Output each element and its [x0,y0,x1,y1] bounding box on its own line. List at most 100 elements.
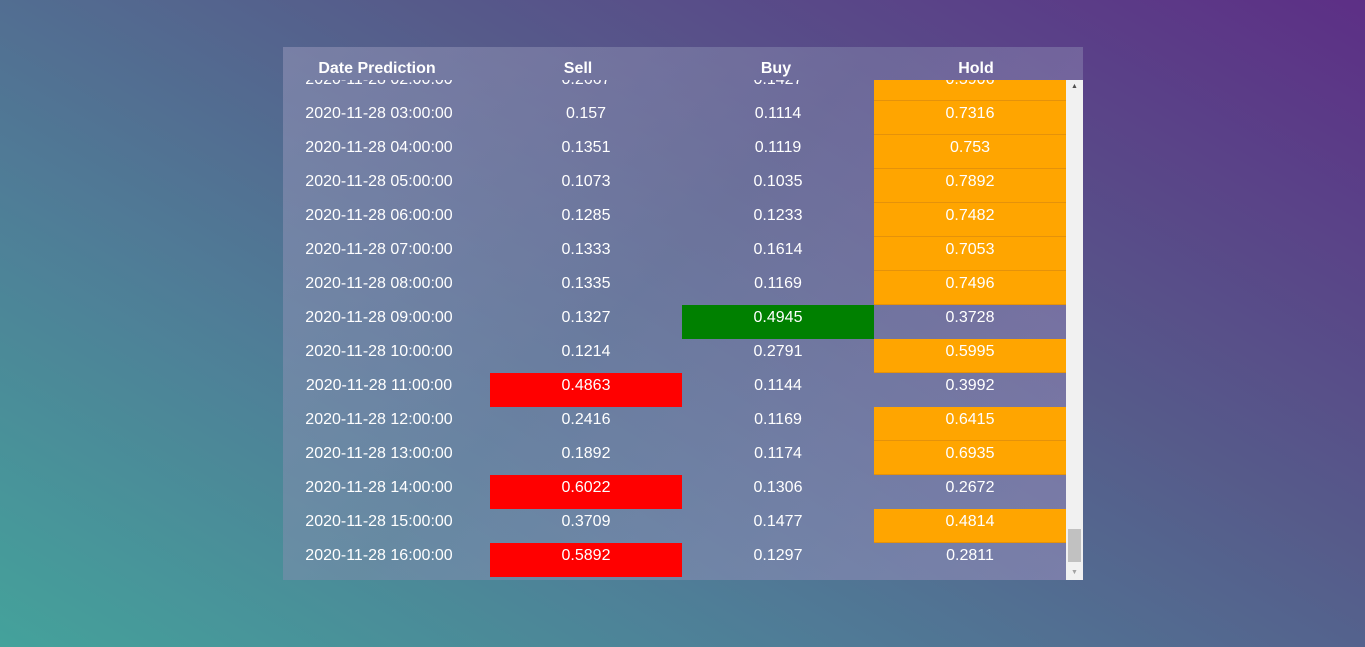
cell-sell: 0.1333 [490,237,682,271]
table-row: 2020-11-28 10:00:00 0.1214 0.2791 0.5995 [283,339,1066,373]
table-row: 2020-11-28 14:00:00 0.6022 0.1306 0.2672 [283,475,1066,509]
cell-hold: 0.5906 [874,80,1066,101]
table-row: 2020-11-28 12:00:00 0.2416 0.1169 0.6415 [283,407,1066,441]
cell-hold: 0.2811 [874,543,1066,577]
vertical-scrollbar[interactable]: ▲ ▼ [1066,80,1083,580]
cell-date: 2020-11-28 09:00:00 [283,305,475,339]
table-row: 2020-11-28 05:00:00 0.1073 0.1035 0.7892 [283,169,1066,203]
cell-buy: 0.1169 [682,271,874,305]
table-body[interactable]: 2020-11-28 02:00:00 0.26670.14270.5906 202… [283,80,1066,580]
cell-hold-text: 0.3728 [945,309,995,326]
cell-buy: 0.2791 [682,339,874,373]
cell-buy-text: 0.1169 [754,411,802,428]
cell-date-text: 2020-11-28 14:00:00 [305,479,453,496]
cell-buy: 0.1233 [682,203,874,237]
cell-date: 2020-11-28 13:00:00 [283,441,475,475]
cell-buy-text: 0.1427 [682,80,874,89]
cell-hold-text: 0.6415 [945,411,995,428]
cell-sell-text: 0.2667 [490,80,682,89]
cell-sell: 0.3709 [490,509,682,543]
cell-sell-text: 0.4863 [561,377,611,394]
cell-buy: 0.1174 [682,441,874,475]
cell-date-text: 2020-11-28 13:00:00 [305,445,453,462]
cell-buy-text: 0.1169 [754,275,802,292]
cell-buy: 0.1427 [682,80,874,101]
cell-date: 2020-11-28 14:00:00 [283,475,475,509]
cell-date-text: 2020-11-28 12:00:00 [305,411,453,428]
cell-date-text: 2020-11-28 11:00:00 [305,377,453,394]
cell-sell-text: 0.1285 [561,207,611,224]
table-row: 2020-11-28 08:00:00 0.1335 0.1169 0.7496 [283,271,1066,305]
cell-date: 2020-11-28 10:00:00 [283,339,475,373]
cell-buy-text: 0.1297 [753,547,803,564]
cell-buy: 0.1114 [682,101,874,135]
cell-hold: 0.6935 [874,441,1066,475]
cell-buy-text: 0.4945 [753,309,803,326]
cell-hold-text: 0.7496 [945,275,995,292]
cell-sell: 0.5892 [490,543,682,577]
cell-sell-text: 0.6022 [561,479,611,496]
scroll-down-arrow-icon[interactable]: ▼ [1066,566,1083,580]
cell-date: 2020-11-28 04:00:00 [283,135,475,169]
cell-buy: 0.1306 [682,475,874,509]
cell-buy: 0.1035 [682,169,874,203]
cell-date: 2020-11-28 06:00:00 [283,203,475,237]
cell-sell-text: 0.1214 [561,343,611,360]
cell-hold: 0.5995 [874,339,1066,373]
cell-sell: 0.1285 [490,203,682,237]
cell-sell-text: 0.1333 [561,241,611,258]
cell-sell: 0.4863 [490,373,682,407]
cell-buy: 0.4945 [682,305,874,339]
cell-date: 2020-11-28 11:00:00 [283,373,475,407]
cell-hold-text: 0.7482 [945,207,995,224]
cell-hold: 0.2672 [874,475,1066,509]
cell-date: 2020-11-28 02:00:00 [283,80,475,101]
cell-buy: 0.1144 [682,373,874,407]
cell-hold-text: 0.4814 [945,513,995,530]
cell-hold: 0.4814 [874,509,1066,543]
cell-buy: 0.1477 [682,509,874,543]
cell-hold-text: 0.7316 [945,105,995,122]
cell-buy-text: 0.1614 [753,241,803,258]
header-buy: Buy [760,60,792,77]
cell-sell: 0.1335 [490,271,682,305]
cell-hold-text: 0.753 [949,139,991,156]
cell-date-text: 2020-11-28 05:00:00 [305,173,453,190]
cell-hold: 0.7496 [874,271,1066,305]
cell-date-text: 2020-11-28 09:00:00 [305,309,453,326]
cell-buy-text: 0.1114 [754,105,802,122]
scrollbar-thumb[interactable] [1068,529,1081,562]
cell-hold: 0.7053 [874,237,1066,271]
cell-hold: 0.7892 [874,169,1066,203]
cell-sell-text: 0.1073 [561,173,611,190]
cell-buy: 0.1119 [682,135,874,169]
table-row: 2020-11-28 07:00:00 0.1333 0.1614 0.7053 [283,237,1066,271]
cell-date-text: 2020-11-28 04:00:00 [305,139,453,156]
cell-hold-text: 0.2811 [946,547,994,564]
cell-date-text: 2020-11-28 03:00:00 [305,105,453,122]
cell-buy-text: 0.1477 [753,513,803,530]
cell-date: 2020-11-28 16:00:00 [283,543,475,577]
cell-sell: 0.1214 [490,339,682,373]
cell-sell-text: 0.5892 [561,547,611,564]
table-row: 2020-11-28 15:00:00 0.3709 0.1477 0.4814 [283,509,1066,543]
cell-sell-text: 0.1351 [561,139,611,156]
predictions-table-panel: Date Prediction Sell Buy Hold 2020-11-28… [283,47,1083,580]
cell-date: 2020-11-28 05:00:00 [283,169,475,203]
scroll-up-arrow-icon[interactable]: ▲ [1066,80,1083,94]
cell-hold-text: 0.5906 [874,80,1066,89]
cell-sell-text: 0.1892 [561,445,611,462]
cell-buy-text: 0.1119 [754,139,802,156]
table-row: 2020-11-28 09:00:00 0.1327 0.4945 0.3728 [283,305,1066,339]
table-row: 2020-11-28 03:00:00 0.157 0.1114 0.7316 [283,101,1066,135]
cell-hold: 0.3992 [874,373,1066,407]
table-row: 2020-11-28 16:00:00 0.5892 0.1297 0.2811 [283,543,1066,577]
header-hold: Hold [958,60,994,77]
cell-sell: 0.1073 [490,169,682,203]
cell-sell: 0.1351 [490,135,682,169]
cell-date: 2020-11-28 15:00:00 [283,509,475,543]
cell-date-text: 2020-11-28 07:00:00 [305,241,453,258]
cell-buy-text: 0.1174 [754,445,802,462]
cell-hold-text: 0.2672 [945,479,995,496]
cell-date: 2020-11-28 03:00:00 [283,101,475,135]
